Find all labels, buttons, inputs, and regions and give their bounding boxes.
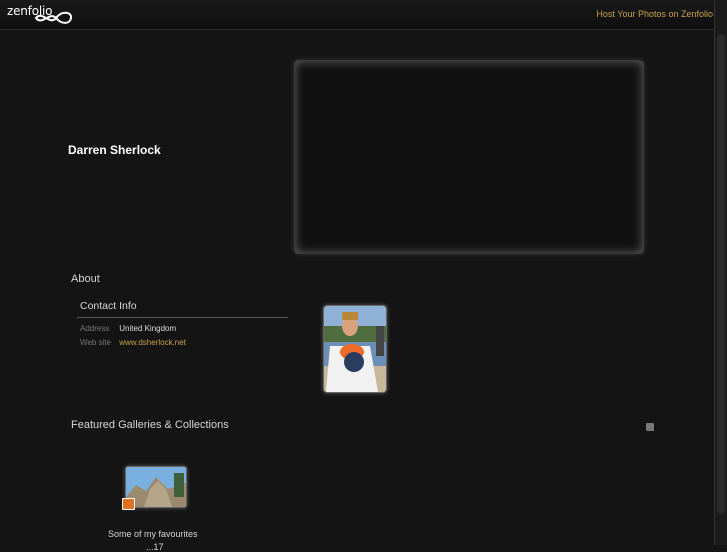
host-photos-link[interactable]: Host Your Photos on Zenfolio (596, 9, 713, 19)
featured-galleries-title: Featured Galleries & Collections (71, 419, 229, 431)
website-link[interactable]: www.dsherlock.net (119, 338, 186, 347)
featured-slideshow[interactable] (294, 60, 644, 254)
address-row: Address United Kingdom (80, 324, 176, 333)
gallery-caption[interactable]: Some of my favourites (108, 529, 198, 539)
zenfolio-logo[interactable]: zenfolio (7, 4, 73, 26)
rss-icon[interactable] (646, 423, 654, 431)
contact-info-title: Contact Info (80, 300, 137, 312)
gallery-caption-line2: ...17 (146, 542, 164, 552)
zenfolio-logo-icon (34, 11, 73, 24)
owner-name: Darren Sherlock (68, 143, 161, 157)
address-value: United Kingdom (119, 324, 177, 333)
profile-photo (323, 305, 387, 393)
address-label: Address (80, 324, 110, 333)
website-label: Web site (80, 338, 111, 347)
contact-divider (77, 317, 288, 318)
collection-badge-icon (122, 498, 135, 510)
top-bar: zenfolio Host Your Photos on Zenfolio (0, 0, 727, 30)
website-row: Web site www.dsherlock.net (80, 338, 186, 347)
scrollbar-thumb[interactable] (717, 34, 725, 514)
about-title: About (71, 273, 100, 285)
gallery-thumbnail-image (126, 467, 186, 507)
profile-photo-image (324, 306, 386, 392)
vertical-scrollbar[interactable] (714, 0, 727, 545)
